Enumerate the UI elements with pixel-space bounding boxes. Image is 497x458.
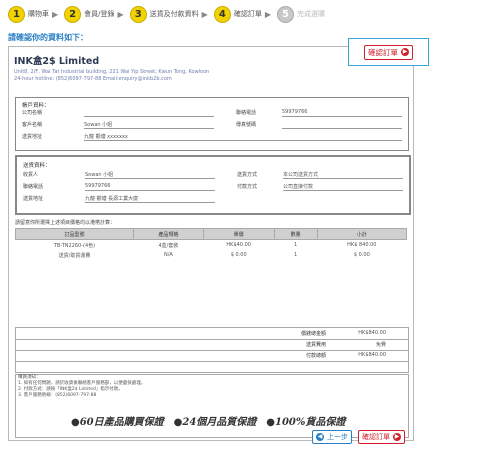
step-number: 4 [213,5,231,23]
table-row: 送貨/取貨運費 N/A $ 0.00 1 $ 0.00 [16,250,407,260]
col-header: 小計 [316,228,408,240]
summary-row: 付款總額 HK$840.00 [284,350,408,360]
confirm-highlight: 確認訂單 ▶ [348,38,429,66]
name-value: Sowan 小姐 [84,121,214,129]
step-3: 3 送貨及付款資料 ▶ [129,5,208,23]
step-2: 2 會員/登錄 ▶ [64,5,124,23]
summary-value: 免費 [375,342,386,348]
method-value: 本公司送貨方式 [283,171,403,179]
delivery-address-label: 送貨地址 [23,196,44,202]
company-value [84,109,214,117]
summary-label: 送貨費用 [305,342,326,348]
cell-model: TB-TN2260-(4色) [53,242,96,249]
cell-spec: 4盒/套裝 [158,242,179,249]
arrow-right-icon: ▶ [393,433,401,441]
recipient-label: 收貨人 [23,172,39,178]
bottom-actions: ◀ 上一步 確認訂單 ▶ [306,430,405,444]
col-header: 單價 [202,228,275,240]
back-button[interactable]: ◀ 上一步 [312,430,352,444]
summary-label: 價錢總金額 [300,331,326,337]
address-value: 九龍 觀塘 xxxxxxx [84,133,402,141]
confirm-label: 確認訂單 [368,47,398,57]
customer-box: 帳戶資料： 公司名稱 聯絡電話 59979766 客戶名稱 Sowan 小姐 傳… [15,97,409,151]
company-name: INK盒2$ Limited [14,56,100,67]
progress-steps: 1 購物車 ▶ 2 會員/登錄 ▶ 3 送貨及付款資料 ▶ 4 確認訂單 ▶ 5 完成選購 [8,5,331,23]
remark-line: 3. 客戶服務熱線：(852)6097-797-88 [18,393,97,398]
phone-label: 聯絡電話 [23,184,44,190]
step-label: 會員/登錄 [84,10,115,18]
arrow-icon: ▶ [264,9,271,19]
summary-value: HK$840.00 [358,330,386,336]
cell-spec: N/A [163,252,173,258]
back-label: 上一步 [327,433,348,441]
step-number: 2 [64,5,82,23]
step-4: 4 確認訂單 ▶ [213,5,271,23]
company-address: Unit8, 2/F, Wai Tat Industrial building,… [14,69,209,83]
divider [16,361,408,362]
address-line: Unit8, 2/F, Wai Tat Industrial building,… [14,69,210,75]
payment-label: 付款方式 [237,184,258,190]
summary-row: 價錢總金額 HK$840.00 [284,328,408,338]
step-number: 5 [276,5,294,23]
page-heading: 請確認你的資料如下： [8,33,88,42]
step-label: 確認訂單 [233,10,262,18]
confirm-order-bottom-button[interactable]: 確認訂單 ▶ [358,430,405,444]
arrow-icon: ▶ [52,9,59,19]
phone-value: 59979766 [85,183,215,191]
cell-price: $ 0.00 [230,252,247,258]
fax-label: 傳真號碼 [236,122,257,128]
cell-subtotal: $ 0.00 [353,252,370,258]
name-label: 客戶名稱 [22,122,43,128]
summary-area: 價錢總金額 HK$840.00 送貨費用 免費 付款總額 HK$840.00 [15,327,409,373]
payment-value: 公司直接付款 [283,183,403,191]
items-table: 訂品型號 產品規格 單價 數量 小計 TB-TN2260-(4色) 4盒/套裝 … [15,228,408,260]
arrow-left-icon: ◀ [316,433,324,441]
step-1: 1 購物車 ▶ [8,5,59,23]
confirm-order-button[interactable]: 確認訂單 ▶ [364,44,413,60]
summary-row: 送貨費用 免費 [284,339,408,349]
confirm-bottom-label: 確認訂單 [362,433,390,441]
cell-model: 送貨/取貨運費 [58,252,91,259]
fax-value [282,121,402,129]
arrow-right-icon: ▶ [401,48,409,56]
recipient-value: Sowan 小姐 [85,171,215,179]
col-header: 產品規格 [132,228,204,240]
method-label: 送貨方式 [237,172,258,178]
guarantee-text: ●60日產品購買保證 ●24個月品質保證 ●100%貨品保證 [71,417,346,428]
cell-price: HK$40.00 [226,242,251,248]
address-label: 送貨地址 [22,134,43,140]
step-number: 1 [8,5,25,23]
arrow-icon: ▶ [117,9,124,19]
step-label: 送貨及付款資料 [149,10,199,18]
step-label: 購物車 [28,10,49,18]
cell-qty: 1 [293,242,298,248]
step-label: 完成選購 [296,10,325,18]
summary-value: HK$840.00 [358,352,386,358]
col-header: 數量 [273,228,318,240]
table-row: TB-TN2260-(4色) 4盒/套裝 HK$40.00 1 HK$ 840.… [16,240,407,251]
col-header: 訂品型號 [15,228,134,240]
delivery-title: 送貨資料： [23,163,51,169]
table-header-row: 訂品型號 產品規格 單價 數量 小計 [15,228,408,240]
company-label: 公司名稱 [22,110,43,116]
arrow-icon: ▶ [201,9,208,19]
step-5: 5 完成選購 [276,5,325,23]
hotline-line: 24-hour hotline: (852)6097-797-88 Email:… [14,76,172,82]
remarks-box: 購買須知： 1. 如有任何問題，請於收貨後聯絡客戶服務部，以便盡快處理。 2. … [15,374,409,438]
contact-label: 聯絡電話 [236,110,257,116]
step-number: 3 [129,5,147,23]
customer-title: 帳戶資料： [22,103,50,109]
contact-value: 59979766 [282,109,402,117]
delivery-box: 送貨資料： 收貨人 Sowan 小姐 送貨方式 本公司送貨方式 聯絡電話 599… [15,155,411,215]
summary-label: 付款總額 [305,353,326,359]
order-card: INK盒2$ Limited Unit8, 2/F, Wai Tat Indus… [8,46,414,441]
cell-qty: 1 [293,252,298,258]
delivery-address-value: 九龍 觀塘 長源工業大廈 [85,195,215,203]
order-note: 請留意你所選擇上述項目價格均以港幣計算： [15,220,116,226]
cell-subtotal: HK$ 840.00 [347,242,377,248]
